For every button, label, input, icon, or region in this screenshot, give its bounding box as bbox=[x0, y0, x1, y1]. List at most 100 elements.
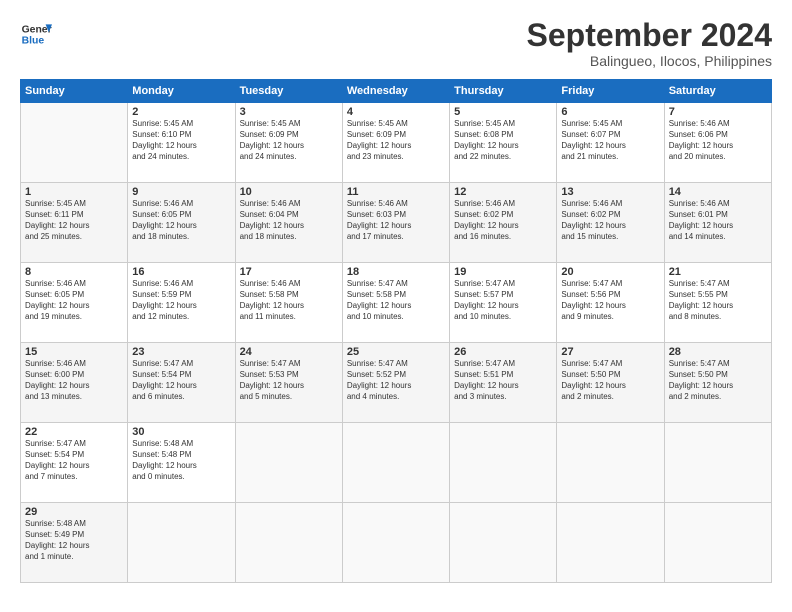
day-info: Sunrise: 5:47 AMSunset: 5:52 PMDaylight:… bbox=[347, 359, 445, 402]
col-wednesday: Wednesday bbox=[342, 80, 449, 103]
day-number: 8 bbox=[25, 266, 123, 278]
day-info: Sunrise: 5:47 AMSunset: 5:50 PMDaylight:… bbox=[561, 359, 659, 402]
day-info: Sunrise: 5:47 AMSunset: 5:54 PMDaylight:… bbox=[132, 359, 230, 402]
day-cell: 30 Sunrise: 5:48 AMSunset: 5:48 PMDaylig… bbox=[128, 423, 235, 503]
day-info: Sunrise: 5:46 AMSunset: 6:05 PMDaylight:… bbox=[25, 279, 123, 322]
day-cell: 2 Sunrise: 5:45 AMSunset: 6:10 PMDayligh… bbox=[128, 103, 235, 183]
col-tuesday: Tuesday bbox=[235, 80, 342, 103]
empty-cell bbox=[557, 423, 664, 503]
header: General Blue September 2024 Balingueo, I… bbox=[20, 18, 772, 69]
day-info: Sunrise: 5:46 AMSunset: 6:05 PMDaylight:… bbox=[132, 199, 230, 242]
day-cell: 16 Sunrise: 5:46 AMSunset: 5:59 PMDaylig… bbox=[128, 263, 235, 343]
title-area: September 2024 Balingueo, Ilocos, Philip… bbox=[527, 18, 772, 69]
empty-cell bbox=[235, 423, 342, 503]
day-cell: 26 Sunrise: 5:47 AMSunset: 5:51 PMDaylig… bbox=[450, 343, 557, 423]
day-number: 6 bbox=[561, 106, 659, 118]
day-number: 20 bbox=[561, 266, 659, 278]
day-cell: 8 Sunrise: 5:46 AMSunset: 6:05 PMDayligh… bbox=[21, 263, 128, 343]
day-cell: 3 Sunrise: 5:45 AMSunset: 6:09 PMDayligh… bbox=[235, 103, 342, 183]
day-number: 3 bbox=[240, 106, 338, 118]
day-number: 25 bbox=[347, 346, 445, 358]
col-sunday: Sunday bbox=[21, 80, 128, 103]
day-cell: 5 Sunrise: 5:45 AMSunset: 6:08 PMDayligh… bbox=[450, 103, 557, 183]
day-cell: 21 Sunrise: 5:47 AMSunset: 5:55 PMDaylig… bbox=[664, 263, 771, 343]
day-info: Sunrise: 5:46 AMSunset: 6:06 PMDaylight:… bbox=[669, 119, 767, 162]
day-number: 26 bbox=[454, 346, 552, 358]
day-info: Sunrise: 5:45 AMSunset: 6:09 PMDaylight:… bbox=[240, 119, 338, 162]
day-number: 30 bbox=[132, 426, 230, 438]
location: Balingueo, Ilocos, Philippines bbox=[527, 53, 772, 69]
empty-cell bbox=[235, 503, 342, 583]
day-cell: 6 Sunrise: 5:45 AMSunset: 6:07 PMDayligh… bbox=[557, 103, 664, 183]
month-title: September 2024 bbox=[527, 18, 772, 53]
day-info: Sunrise: 5:46 AMSunset: 6:01 PMDaylight:… bbox=[669, 199, 767, 242]
day-cell: 14 Sunrise: 5:46 AMSunset: 6:01 PMDaylig… bbox=[664, 183, 771, 263]
table-row: 2 Sunrise: 5:45 AMSunset: 6:10 PMDayligh… bbox=[21, 103, 772, 183]
day-number: 13 bbox=[561, 186, 659, 198]
day-cell: 13 Sunrise: 5:46 AMSunset: 6:02 PMDaylig… bbox=[557, 183, 664, 263]
day-cell: 17 Sunrise: 5:46 AMSunset: 5:58 PMDaylig… bbox=[235, 263, 342, 343]
day-cell: 22 Sunrise: 5:47 AMSunset: 5:54 PMDaylig… bbox=[21, 423, 128, 503]
day-number: 15 bbox=[25, 346, 123, 358]
day-info: Sunrise: 5:47 AMSunset: 5:54 PMDaylight:… bbox=[25, 439, 123, 482]
day-cell: 23 Sunrise: 5:47 AMSunset: 5:54 PMDaylig… bbox=[128, 343, 235, 423]
day-number: 17 bbox=[240, 266, 338, 278]
day-number: 1 bbox=[25, 186, 123, 198]
day-cell: 27 Sunrise: 5:47 AMSunset: 5:50 PMDaylig… bbox=[557, 343, 664, 423]
day-cell: 28 Sunrise: 5:47 AMSunset: 5:50 PMDaylig… bbox=[664, 343, 771, 423]
table-row: 8 Sunrise: 5:46 AMSunset: 6:05 PMDayligh… bbox=[21, 263, 772, 343]
day-info: Sunrise: 5:46 AMSunset: 5:59 PMDaylight:… bbox=[132, 279, 230, 322]
empty-cell bbox=[664, 423, 771, 503]
day-number: 21 bbox=[669, 266, 767, 278]
day-cell: 9 Sunrise: 5:46 AMSunset: 6:05 PMDayligh… bbox=[128, 183, 235, 263]
day-info: Sunrise: 5:45 AMSunset: 6:11 PMDaylight:… bbox=[25, 199, 123, 242]
day-info: Sunrise: 5:46 AMSunset: 6:00 PMDaylight:… bbox=[25, 359, 123, 402]
svg-text:Blue: Blue bbox=[22, 36, 45, 47]
col-saturday: Saturday bbox=[664, 80, 771, 103]
calendar-table: Sunday Monday Tuesday Wednesday Thursday… bbox=[20, 79, 772, 583]
day-number: 24 bbox=[240, 346, 338, 358]
day-info: Sunrise: 5:48 AMSunset: 5:48 PMDaylight:… bbox=[132, 439, 230, 482]
day-number: 16 bbox=[132, 266, 230, 278]
day-cell: 19 Sunrise: 5:47 AMSunset: 5:57 PMDaylig… bbox=[450, 263, 557, 343]
table-row: 29 Sunrise: 5:48 AMSunset: 5:49 PMDaylig… bbox=[21, 503, 772, 583]
col-monday: Monday bbox=[128, 80, 235, 103]
day-cell: 29 Sunrise: 5:48 AMSunset: 5:49 PMDaylig… bbox=[21, 503, 128, 583]
day-cell: 20 Sunrise: 5:47 AMSunset: 5:56 PMDaylig… bbox=[557, 263, 664, 343]
day-info: Sunrise: 5:46 AMSunset: 6:04 PMDaylight:… bbox=[240, 199, 338, 242]
empty-cell bbox=[450, 423, 557, 503]
empty-cell bbox=[664, 503, 771, 583]
day-cell: 25 Sunrise: 5:47 AMSunset: 5:52 PMDaylig… bbox=[342, 343, 449, 423]
empty-cell bbox=[557, 503, 664, 583]
col-thursday: Thursday bbox=[450, 80, 557, 103]
day-cell: 11 Sunrise: 5:46 AMSunset: 6:03 PMDaylig… bbox=[342, 183, 449, 263]
table-row: 1 Sunrise: 5:45 AMSunset: 6:11 PMDayligh… bbox=[21, 183, 772, 263]
day-cell: 12 Sunrise: 5:46 AMSunset: 6:02 PMDaylig… bbox=[450, 183, 557, 263]
day-number: 5 bbox=[454, 106, 552, 118]
day-info: Sunrise: 5:47 AMSunset: 5:56 PMDaylight:… bbox=[561, 279, 659, 322]
day-info: Sunrise: 5:46 AMSunset: 6:02 PMDaylight:… bbox=[454, 199, 552, 242]
day-cell: 18 Sunrise: 5:47 AMSunset: 5:58 PMDaylig… bbox=[342, 263, 449, 343]
day-number: 4 bbox=[347, 106, 445, 118]
day-info: Sunrise: 5:47 AMSunset: 5:55 PMDaylight:… bbox=[669, 279, 767, 322]
empty-cell bbox=[450, 503, 557, 583]
day-info: Sunrise: 5:45 AMSunset: 6:09 PMDaylight:… bbox=[347, 119, 445, 162]
day-info: Sunrise: 5:47 AMSunset: 5:51 PMDaylight:… bbox=[454, 359, 552, 402]
day-info: Sunrise: 5:45 AMSunset: 6:10 PMDaylight:… bbox=[132, 119, 230, 162]
calendar-header-row: Sunday Monday Tuesday Wednesday Thursday… bbox=[21, 80, 772, 103]
day-info: Sunrise: 5:48 AMSunset: 5:49 PMDaylight:… bbox=[25, 519, 123, 562]
day-cell: 24 Sunrise: 5:47 AMSunset: 5:53 PMDaylig… bbox=[235, 343, 342, 423]
day-number: 9 bbox=[132, 186, 230, 198]
day-number: 27 bbox=[561, 346, 659, 358]
col-friday: Friday bbox=[557, 80, 664, 103]
day-cell: 7 Sunrise: 5:46 AMSunset: 6:06 PMDayligh… bbox=[664, 103, 771, 183]
empty-cell bbox=[342, 423, 449, 503]
empty-cell bbox=[342, 503, 449, 583]
day-number: 14 bbox=[669, 186, 767, 198]
day-info: Sunrise: 5:46 AMSunset: 5:58 PMDaylight:… bbox=[240, 279, 338, 322]
day-info: Sunrise: 5:47 AMSunset: 5:57 PMDaylight:… bbox=[454, 279, 552, 322]
logo-icon: General Blue bbox=[20, 18, 52, 50]
day-number: 11 bbox=[347, 186, 445, 198]
table-row: 22 Sunrise: 5:47 AMSunset: 5:54 PMDaylig… bbox=[21, 423, 772, 503]
day-cell: 15 Sunrise: 5:46 AMSunset: 6:00 PMDaylig… bbox=[21, 343, 128, 423]
